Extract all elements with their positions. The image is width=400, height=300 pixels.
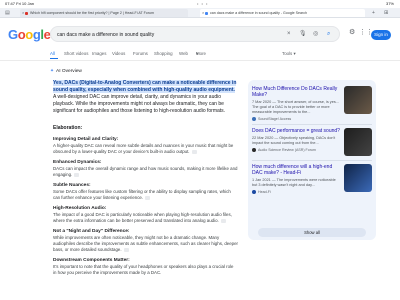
sign-in-button[interactable]: Sign in (371, 30, 391, 40)
section-body: The impact of a good DAC is particularly… (53, 212, 232, 223)
source-thumbnail[interactable] (344, 128, 372, 156)
divider (0, 60, 400, 61)
section-body: While improvements are often noticeable,… (53, 235, 239, 252)
settings-icon[interactable]: ⚙ (349, 28, 355, 36)
source-thumbnail[interactable] (344, 164, 372, 192)
tab-label: Which hifi component should be the first… (30, 11, 154, 15)
section-body: DACs can impact the overall dynamic rang… (53, 166, 238, 177)
site-favicon-icon (252, 148, 256, 153)
search-input[interactable] (57, 30, 267, 39)
ai-overview-lead: Yes, DACs (Digital-to-Analog Converters)… (53, 80, 238, 115)
nav-tab-videos[interactable]: Videos (112, 49, 125, 59)
show-all-button[interactable]: Show all (258, 228, 366, 237)
source-description: 22 Mar 2020 — Objectively speaking, DACs… (252, 136, 336, 145)
section-item: Enhanced Dynamics: DACs can impact the o… (53, 159, 238, 178)
source-title[interactable]: Does DAC performance = great sound? (252, 128, 340, 134)
source-title[interactable]: How much difference will a high-end DAC … (252, 164, 340, 176)
sources-panel: How Much Difference Do DACs Really Make?… (248, 80, 376, 240)
highlighted-answer: Yes, DACs (Digital-to-Analog Converters)… (53, 80, 237, 93)
search-icon[interactable]: ⌕ (327, 29, 330, 40)
section-title: Improving Detail and Clarity: (53, 137, 119, 142)
source-card[interactable]: How much difference will a high-end DAC … (252, 164, 372, 195)
source-card[interactable]: How Much Difference Do DACs Really Make?… (252, 86, 372, 122)
section-title: Enhanced Dynamics: (53, 160, 102, 165)
google-logo[interactable]: Google (8, 27, 51, 42)
search-box[interactable]: × 🎙 ◎ ⌕ (50, 26, 340, 42)
nav-tab-images[interactable]: Images (92, 49, 106, 59)
section-item: Not a "Night and Day" Difference: While … (53, 228, 238, 253)
favicon-icon (25, 11, 28, 15)
active-tab-indicator (50, 58, 58, 59)
tab-headfi[interactable]: × Which hifi component should be the fir… (20, 9, 188, 17)
chevron-down-icon: ▾ (196, 51, 199, 56)
section-item: Downstream Components Matter: It's impor… (53, 257, 238, 276)
tab-label: can dacs make a difference in sound qual… (210, 11, 308, 15)
divider (252, 160, 372, 161)
nav-tab-shopping[interactable]: Shopping (154, 49, 173, 59)
nav-tab-web[interactable]: Web (179, 49, 188, 59)
section-title: Downstream Components Matter: (53, 258, 130, 263)
elaboration-heading: Elaboration: (53, 125, 83, 131)
close-icon[interactable]: × (22, 9, 24, 17)
browser-tab-bar: ▤ × Which hifi component should be the f… (0, 8, 400, 18)
section-body: Some DACs offer features like custom fil… (53, 189, 231, 200)
source-card[interactable]: Does DAC performance = great sound? 22 M… (252, 128, 372, 156)
source-thumbnail[interactable] (344, 86, 372, 114)
battery-indicator: 37% (385, 1, 394, 6)
nav-tab-forums[interactable]: Forums (133, 49, 148, 59)
lead-text: A well-designed DAC can improve detail, … (53, 94, 226, 114)
site-favicon-icon (252, 190, 256, 195)
section-title: High-Resolution Audio: (53, 206, 107, 211)
section-item: Subtle Nuances: Some DACs offer features… (53, 182, 238, 201)
ai-overview-content: Yes, DACs (Digital-to-Analog Converters)… (53, 80, 238, 280)
nav-tab-short-videos[interactable]: Short videos (64, 49, 88, 59)
source-site: SoundStage! Access (252, 117, 372, 122)
section-title: Not a "Night and Day" Difference: (53, 229, 130, 234)
section-title: Subtle Nuances: (53, 183, 91, 188)
site-favicon-icon (252, 117, 256, 122)
search-header: Google × 🎙 ◎ ⌕ ⚙ ⋮⋮ Sign in (0, 22, 400, 46)
section-item: High-Resolution Audio: The impact of a g… (53, 205, 238, 224)
camera-lens-icon[interactable]: ◎ (313, 29, 318, 40)
microphone-icon[interactable]: 🎙 (299, 29, 307, 40)
link-chip-icon[interactable] (74, 172, 80, 177)
divider (252, 124, 372, 125)
sparkle-icon: ✦ (50, 69, 55, 74)
clear-icon[interactable]: × (287, 29, 291, 40)
tab-overview-icon[interactable]: ⊞ (384, 9, 388, 17)
section-body: It's important to note that the quality … (53, 264, 234, 275)
status-bar: 07:47 Fri 10 Jan • • • 37% (0, 0, 400, 7)
link-chip-icon[interactable] (145, 195, 151, 200)
tab-google-search[interactable]: × can dacs make a difference in sound qu… (200, 9, 365, 17)
section-body: A higher-quality DAC can reveal more sub… (53, 143, 234, 154)
section-item: Improving Detail and Clarity: A higher-q… (53, 136, 238, 155)
link-chip-icon[interactable] (191, 149, 197, 154)
status-time: 07:47 Fri 10 Jan (5, 1, 34, 6)
favicon-icon (205, 11, 208, 15)
link-chip-icon[interactable] (220, 218, 226, 223)
source-description: 7 Mar 2020 — The short answer, of course… (252, 100, 339, 114)
close-icon[interactable]: × (202, 9, 204, 17)
sidebar-icon[interactable]: ▤ (5, 9, 10, 17)
tools-menu[interactable]: Tools ▾ (282, 49, 296, 59)
new-tab-icon[interactable]: + (372, 9, 375, 17)
source-title[interactable]: How Much Difference Do DACs Really Make? (252, 86, 340, 98)
source-description: 1 Jan 2021 — The improvements were notic… (252, 178, 336, 187)
chevron-down-icon: ▾ (293, 51, 296, 56)
multitask-dots[interactable]: • • • (197, 0, 208, 7)
link-chip-icon[interactable] (123, 247, 129, 252)
ai-overview-heading: ✦ AI Overview (50, 69, 82, 74)
